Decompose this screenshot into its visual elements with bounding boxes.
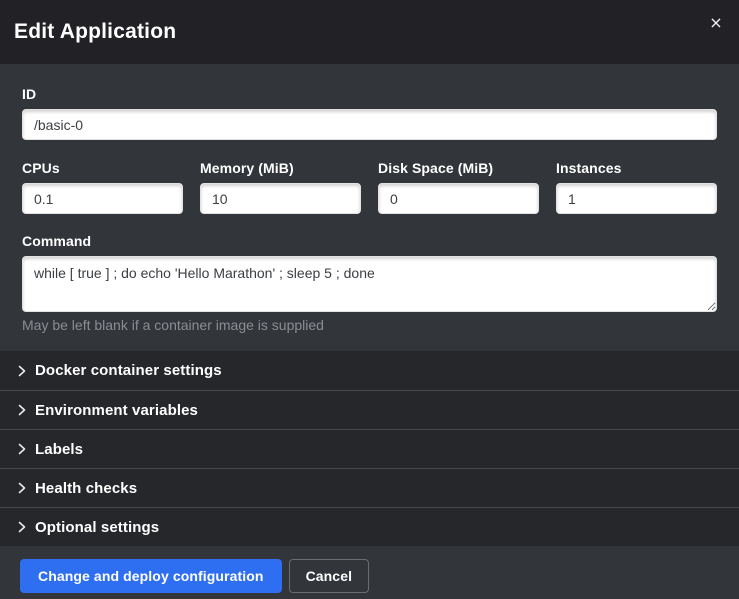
instances-input[interactable]	[556, 183, 717, 214]
section-health-checks[interactable]: Health checks	[0, 468, 739, 507]
cpus-field-group: CPUs	[22, 160, 183, 214]
modal-footer: Change and deploy configuration Cancel	[0, 546, 739, 599]
id-input[interactable]	[22, 109, 717, 140]
section-docker-container-settings[interactable]: Docker container settings	[0, 351, 739, 390]
command-label: Command	[22, 233, 717, 249]
close-icon[interactable]: ×	[705, 12, 727, 34]
memory-label: Memory (MiB)	[200, 160, 361, 176]
section-label: Environment variables	[35, 402, 198, 419]
chevron-right-icon	[18, 443, 26, 455]
memory-field-group: Memory (MiB)	[200, 160, 361, 214]
chevron-right-icon	[18, 521, 26, 533]
cpus-input[interactable]	[22, 183, 183, 214]
chevron-right-icon	[18, 365, 26, 377]
command-help-text: May be left blank if a container image i…	[22, 317, 717, 333]
modal-form: ID CPUs Memory (MiB) Disk Space (MiB) In…	[0, 64, 739, 351]
modal-header: Edit Application ×	[0, 0, 739, 64]
memory-input[interactable]	[200, 183, 361, 214]
id-label: ID	[22, 86, 717, 102]
chevron-right-icon	[18, 404, 26, 416]
disk-label: Disk Space (MiB)	[378, 160, 539, 176]
instances-label: Instances	[556, 160, 717, 176]
command-field-group: Command while [ true ] ; do echo 'Hello …	[22, 233, 717, 333]
id-field-group: ID	[22, 86, 717, 140]
disk-field-group: Disk Space (MiB)	[378, 160, 539, 214]
section-label: Optional settings	[35, 519, 159, 536]
modal-title: Edit Application	[14, 20, 176, 44]
section-labels[interactable]: Labels	[0, 429, 739, 468]
section-label: Labels	[35, 441, 83, 458]
section-optional-settings[interactable]: Optional settings	[0, 507, 739, 546]
section-label: Health checks	[35, 480, 137, 497]
chevron-right-icon	[18, 482, 26, 494]
cpus-label: CPUs	[22, 160, 183, 176]
section-environment-variables[interactable]: Environment variables	[0, 390, 739, 429]
edit-application-modal: Edit Application × ID CPUs Memory (MiB) …	[0, 0, 739, 599]
section-label: Docker container settings	[35, 362, 222, 379]
resources-row: CPUs Memory (MiB) Disk Space (MiB) Insta…	[22, 160, 717, 214]
change-and-deploy-button[interactable]: Change and deploy configuration	[20, 559, 282, 593]
command-textarea[interactable]: while [ true ] ; do echo 'Hello Marathon…	[22, 256, 717, 312]
instances-field-group: Instances	[556, 160, 717, 214]
cancel-button[interactable]: Cancel	[289, 559, 370, 593]
disk-input[interactable]	[378, 183, 539, 214]
accordion: Docker container settings Environment va…	[0, 351, 739, 546]
